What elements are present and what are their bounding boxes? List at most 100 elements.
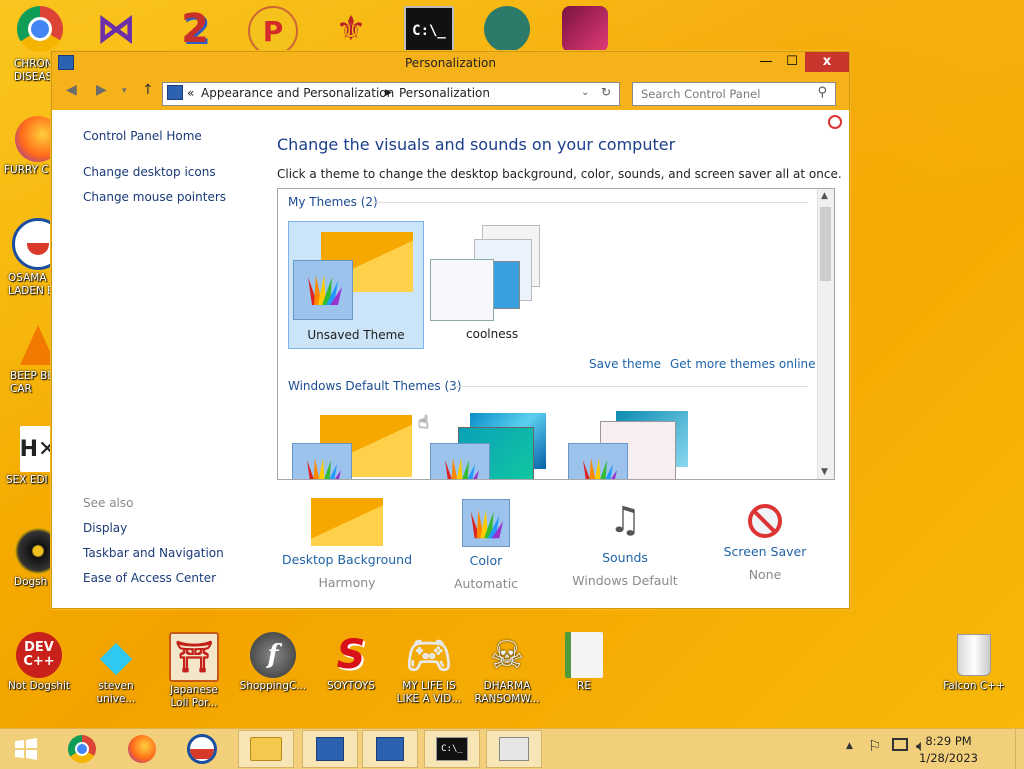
recent-chevron-icon[interactable]: ▾ [122,86,127,96]
theme-windows-harmony[interactable] [288,407,422,479]
breadcrumb-personalization[interactable]: Personalization [399,86,490,100]
torii-desktop-icon[interactable]: ⛩ Japanese Loli Por... [156,632,232,710]
theme-windows-lines[interactable] [426,407,560,479]
get-more-themes-link[interactable]: Get more themes online [670,357,816,371]
window-title: Personalization [405,56,496,70]
sounds-link[interactable]: Sounds [555,550,695,565]
taskbar-cmd[interactable]: C:\_ [424,730,480,768]
soytoys-desktop-icon[interactable]: S SOYTOYS [313,632,389,693]
breadcrumb-separator-icon[interactable]: ▶ [385,88,392,98]
taskbar-file-explorer[interactable] [238,730,294,768]
maximize-button[interactable]: ☐ [779,52,805,72]
breadcrumb-overflow[interactable]: « [187,86,194,100]
change-desktop-icons-link[interactable]: Change desktop icons [83,165,216,179]
taskbar: C:\_ ▲ ⚐ 🔈︎ 8:29 PM 1/28/2023 [0,728,1024,769]
desktop-background-icon [311,498,383,546]
search-box[interactable]: Search Control Panel ⚲ [632,82,836,106]
windows-logo-icon [15,738,37,760]
display-link[interactable]: Display [83,521,127,535]
theme-windows-flowers[interactable] [564,407,698,479]
back-icon[interactable]: ◀ [66,82,77,98]
theme-color-swatch [292,443,352,479]
cmd-icon: C:\_ [436,737,468,761]
gamepad-desktop-icon[interactable]: 🎮︎ MY LIFE IS LIKE A VID... [391,632,467,706]
screen-saver-value: None [748,567,782,582]
desktop-icon-label: Japanese Loli Por... [170,684,218,709]
theme-color-swatch [430,443,490,479]
flash-desktop-icon[interactable]: f ShoppingC... [235,632,311,693]
scroll-thumb[interactable] [820,207,831,281]
firefox-icon [128,735,156,763]
theme-name: coolness [466,327,519,341]
change-mouse-pointers-link[interactable]: Change mouse pointers [83,190,226,204]
skull-desktop-icon[interactable]: ☠ DHARMA RANSOMW... [469,632,545,706]
taskbar-chrome[interactable] [54,730,110,768]
game-2-desktop-icon[interactable]: 2 [157,6,233,52]
app-desktop-icon[interactable] [469,6,545,52]
title-bar[interactable]: Personalization — ☐ x [52,52,849,74]
network-icon[interactable] [892,738,908,751]
taskbar-control-panel-2[interactable] [362,730,418,768]
taskbar-app[interactable] [486,730,542,768]
eagle-desktop-icon[interactable]: ⚜ [313,6,389,52]
desktop-background-link[interactable]: Desktop Background [277,552,417,567]
minimize-button[interactable]: — [753,52,779,72]
screen-saver-link[interactable]: Screen Saver [695,544,835,559]
desktop-icon-label: SOYTOYS [327,680,375,692]
screen-saver-item[interactable]: Screen Saver None [695,490,835,582]
clock-date: 1/28/2023 [919,751,978,765]
sounds-item[interactable]: ♫ Sounds Windows Default [555,490,695,588]
desktop-background-item[interactable]: Desktop Background Harmony [277,490,417,590]
color-link[interactable]: Color [416,553,556,568]
action-center-flag-icon[interactable]: ⚐ [868,737,881,755]
help-icon[interactable] [828,115,842,129]
sounds-icon: ♫ [608,500,642,541]
address-row: ◀ ▶ ▾ ↑ « Appearance and Personalization… [52,74,849,110]
desktop-icon-label: Not Dogshit [7,680,71,692]
cmd-desktop-icon[interactable]: C:\_ [391,6,467,56]
visual-studio-desktop-icon[interactable]: ⋈ [78,6,154,52]
scroll-up-icon[interactable]: ▲ [821,191,828,201]
color-fan-icon [583,458,617,479]
up-arrow-icon[interactable]: ↑ [142,82,154,98]
chrome-icon [68,735,96,763]
taskbar-obama[interactable] [174,730,230,768]
diamond-desktop-icon[interactable]: ◆ steven unive... [78,631,154,706]
start-button[interactable] [0,730,52,768]
taskbar-firefox[interactable] [114,730,170,768]
refresh-icon[interactable]: ↻ [601,85,611,99]
page-subtitle: Click a theme to change the desktop back… [277,167,842,181]
address-bar[interactable]: « Appearance and Personalization ▶ Perso… [162,82,620,106]
themes-scrollbar[interactable]: ▲ ▼ [817,189,834,479]
ease-of-access-link[interactable]: Ease of Access Center [83,571,216,585]
scroll-down-icon[interactable]: ▼ [821,467,828,477]
forward-icon[interactable]: ▶ [96,82,107,98]
divider [374,202,808,203]
desktop-background-value: Harmony [318,575,376,590]
taskbar-control-panel[interactable] [302,730,358,768]
screen-saver-icon [748,504,782,538]
taskbar-navigation-link[interactable]: Taskbar and Navigation [83,546,224,560]
address-folder-icon [167,85,183,100]
address-dropdown-icon[interactable]: ⌄ [581,87,589,98]
devcpp-desktop-icon[interactable]: DEV C++ Not Dogshit [1,632,77,693]
theme-unsaved[interactable]: Unsaved Theme [288,221,424,349]
show-hidden-icons-icon[interactable]: ▲ [846,741,853,751]
control-panel-home-link[interactable]: Control Panel Home [83,129,202,143]
color-item[interactable]: Color Automatic [416,490,556,591]
breadcrumb-appearance[interactable]: Appearance and Personalization [201,86,394,100]
game-p-desktop-icon[interactable]: P [235,6,311,56]
color-value: Automatic [453,576,519,591]
clock[interactable]: 8:29 PM 1/28/2023 [919,733,978,767]
file-desktop-icon[interactable]: RE [546,632,622,693]
control-panel-taskbar-icon [376,737,404,761]
video-desktop-icon[interactable] [547,6,623,52]
close-button[interactable]: x [805,52,849,72]
search-icon[interactable]: ⚲ [817,85,827,100]
theme-coolness[interactable]: coolness [426,221,560,347]
desktop-icon-label: RE [577,680,591,692]
recycle-bin-desktop-icon[interactable]: Falcon C++ [936,632,1012,693]
color-fan-icon [445,458,479,479]
show-desktop-button[interactable] [1015,729,1024,769]
save-theme-link[interactable]: Save theme [589,357,661,371]
